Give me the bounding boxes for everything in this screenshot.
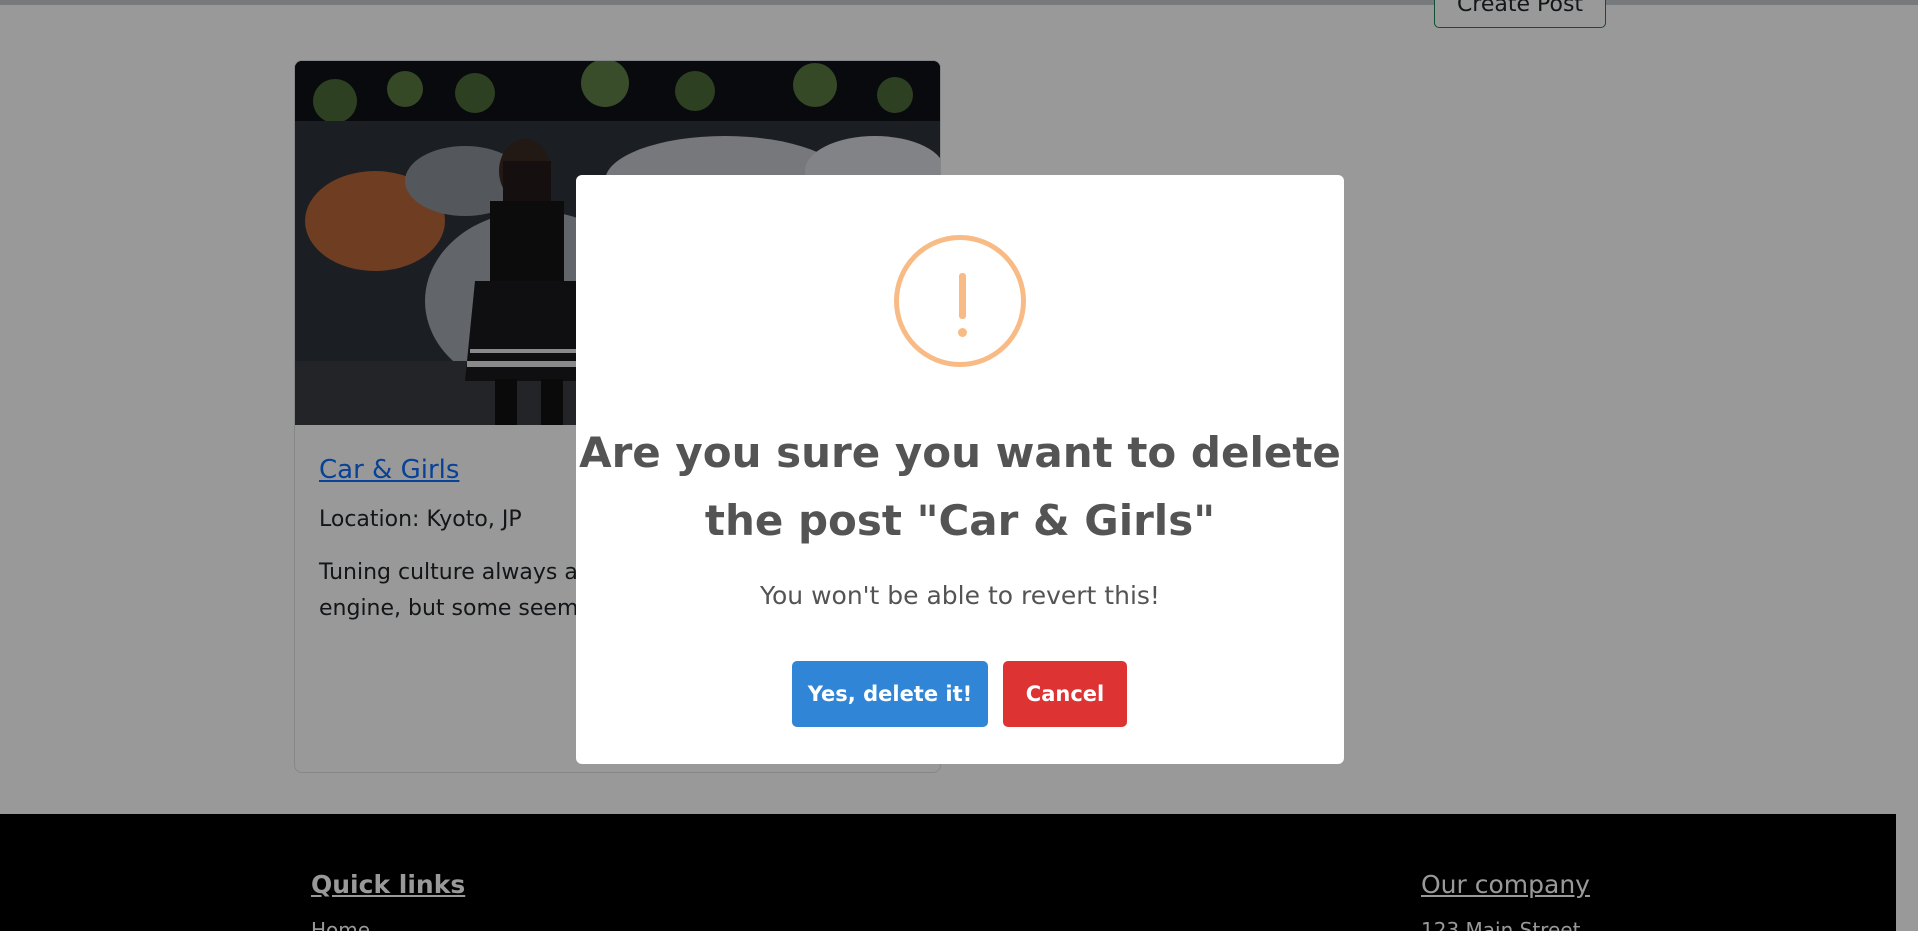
dialog-title: Are you sure you want to delete the post… [579,428,1341,545]
warning-icon [894,235,1026,367]
delete-confirm-dialog: Are you sure you want to delete the post… [576,175,1344,764]
dialog-text: You won't be able to revert this! [760,581,1160,610]
cancel-button[interactable]: Cancel [1003,661,1127,727]
confirm-delete-button[interactable]: Yes, delete it! [792,661,988,727]
page: Create Post Car & Girls Location: Kyoto,… [0,0,1918,931]
warning-icon-bar [959,273,966,319]
warning-icon-dot [958,328,967,337]
